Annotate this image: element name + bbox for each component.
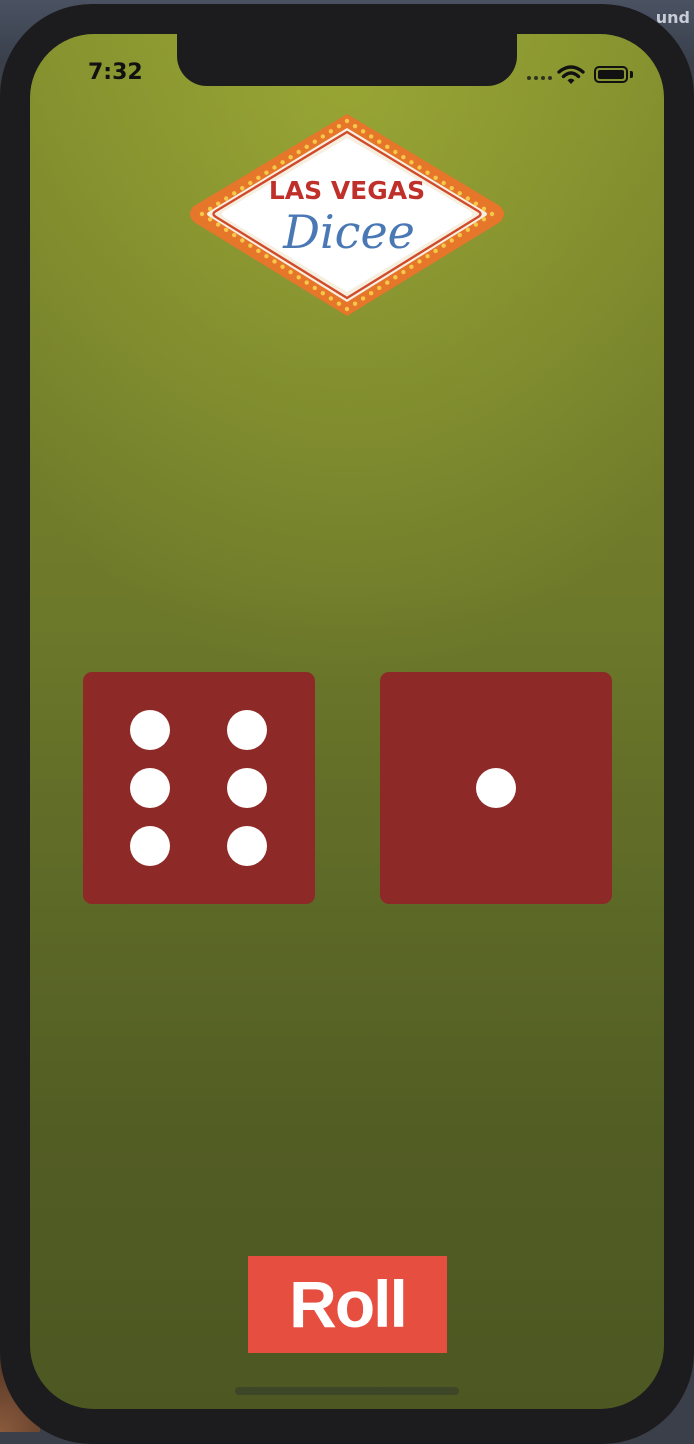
marquee-bulb [425, 170, 430, 175]
marquee-bulb [320, 134, 326, 139]
roll-button[interactable]: Roll [248, 1256, 447, 1353]
marquee-bulb [344, 118, 350, 124]
marquee-bulb [344, 306, 350, 312]
marquee-bulb [385, 280, 390, 285]
dice-pip [130, 768, 170, 808]
marquee-bulb [256, 248, 261, 254]
dice-pip [130, 826, 170, 866]
marquee-bulb [336, 301, 342, 306]
marquee-bulb [296, 149, 301, 155]
marquee-bulb [385, 144, 390, 150]
dice-pip [227, 768, 267, 808]
cellular-signal-icon [527, 76, 552, 80]
marquee-bulb [473, 201, 479, 206]
marquee-bulb [489, 211, 495, 217]
marquee-bulb [312, 285, 317, 291]
marquee-bulb [433, 175, 438, 181]
marquee-bulb [215, 222, 221, 227]
las-vegas-dicee-logo: LAS VEGAS Dicee [190, 114, 504, 317]
marquee-bulb [207, 206, 213, 212]
marquee-bulb [368, 290, 374, 296]
marquee-bulb [377, 285, 382, 291]
marquee-bulb [248, 180, 253, 186]
marquee-bulb [272, 259, 277, 264]
marquee-bulb [288, 269, 293, 275]
marquee-bulb [465, 227, 471, 233]
battery-tip [630, 71, 633, 78]
marquee-bulb [457, 191, 462, 196]
marquee-bulb [336, 123, 342, 129]
marquee-bulb [409, 264, 414, 269]
right-dice[interactable] [380, 672, 612, 904]
marquee-bulb [481, 206, 487, 212]
marquee-bulb [441, 243, 446, 248]
marquee-bulb [409, 160, 414, 165]
marquee-bulb [449, 238, 454, 243]
marquee-bulb [223, 227, 229, 233]
left-dice[interactable] [83, 672, 315, 904]
marquee-bulb [465, 196, 471, 201]
marquee-bulb [312, 139, 317, 144]
background-window-text: und [655, 8, 690, 27]
marquee-bulb [393, 275, 398, 280]
marquee-bulb [368, 134, 374, 139]
marquee-bulb [280, 160, 285, 165]
marquee-bulb [401, 154, 406, 160]
marquee-bulb [240, 238, 245, 243]
marquee-bulb [256, 175, 261, 181]
logo-script-text: Dicee [282, 205, 415, 259]
dice-pip [476, 768, 516, 808]
marquee-bulb [377, 139, 382, 144]
marquee-bulb [240, 185, 245, 191]
marquee-bulb [360, 296, 366, 301]
marquee-bulb [296, 275, 301, 280]
marquee-bulb [248, 243, 253, 248]
marquee-bulb [232, 232, 237, 238]
device-notch [177, 34, 517, 86]
marquee-bulb [352, 123, 358, 129]
marquee-bulb [288, 154, 293, 160]
marquee-bulb [199, 211, 205, 217]
marquee-bulb [393, 149, 398, 155]
marquee-bulb [215, 201, 221, 206]
marquee-bulb [304, 144, 309, 150]
marquee-bulb [457, 232, 462, 238]
marquee-bulb [449, 185, 454, 191]
marquee-bulb [328, 296, 334, 301]
marquee-bulb [304, 280, 309, 285]
marquee-bulb [417, 165, 422, 170]
battery-level [598, 70, 624, 79]
dice-pip [227, 826, 267, 866]
battery-icon [594, 66, 628, 83]
marquee-bulb [417, 259, 422, 264]
marquee-bulb [360, 129, 366, 134]
marquee-bulb [441, 180, 446, 186]
status-time: 7:32 [88, 60, 143, 85]
marquee-bulb [264, 170, 269, 175]
marquee-bulb [481, 217, 487, 222]
marquee-bulb [433, 248, 438, 254]
marquee-bulb [272, 165, 277, 170]
marquee-bulb [264, 254, 269, 259]
marquee-bulb [223, 196, 229, 201]
dice-pip [227, 710, 267, 750]
marquee-bulb [352, 301, 358, 306]
marquee-bulb [232, 191, 237, 196]
marquee-bulb [280, 264, 285, 269]
dice-pip [130, 710, 170, 750]
marquee-bulb [320, 290, 326, 296]
home-indicator[interactable] [235, 1387, 459, 1395]
logo-top-text: LAS VEGAS [269, 176, 425, 205]
marquee-bulb [473, 222, 479, 227]
marquee-bulb [328, 129, 334, 134]
marquee-bulb [425, 254, 430, 259]
marquee-bulb [207, 217, 213, 222]
wifi-icon [557, 65, 585, 84]
marquee-bulb [401, 269, 406, 275]
